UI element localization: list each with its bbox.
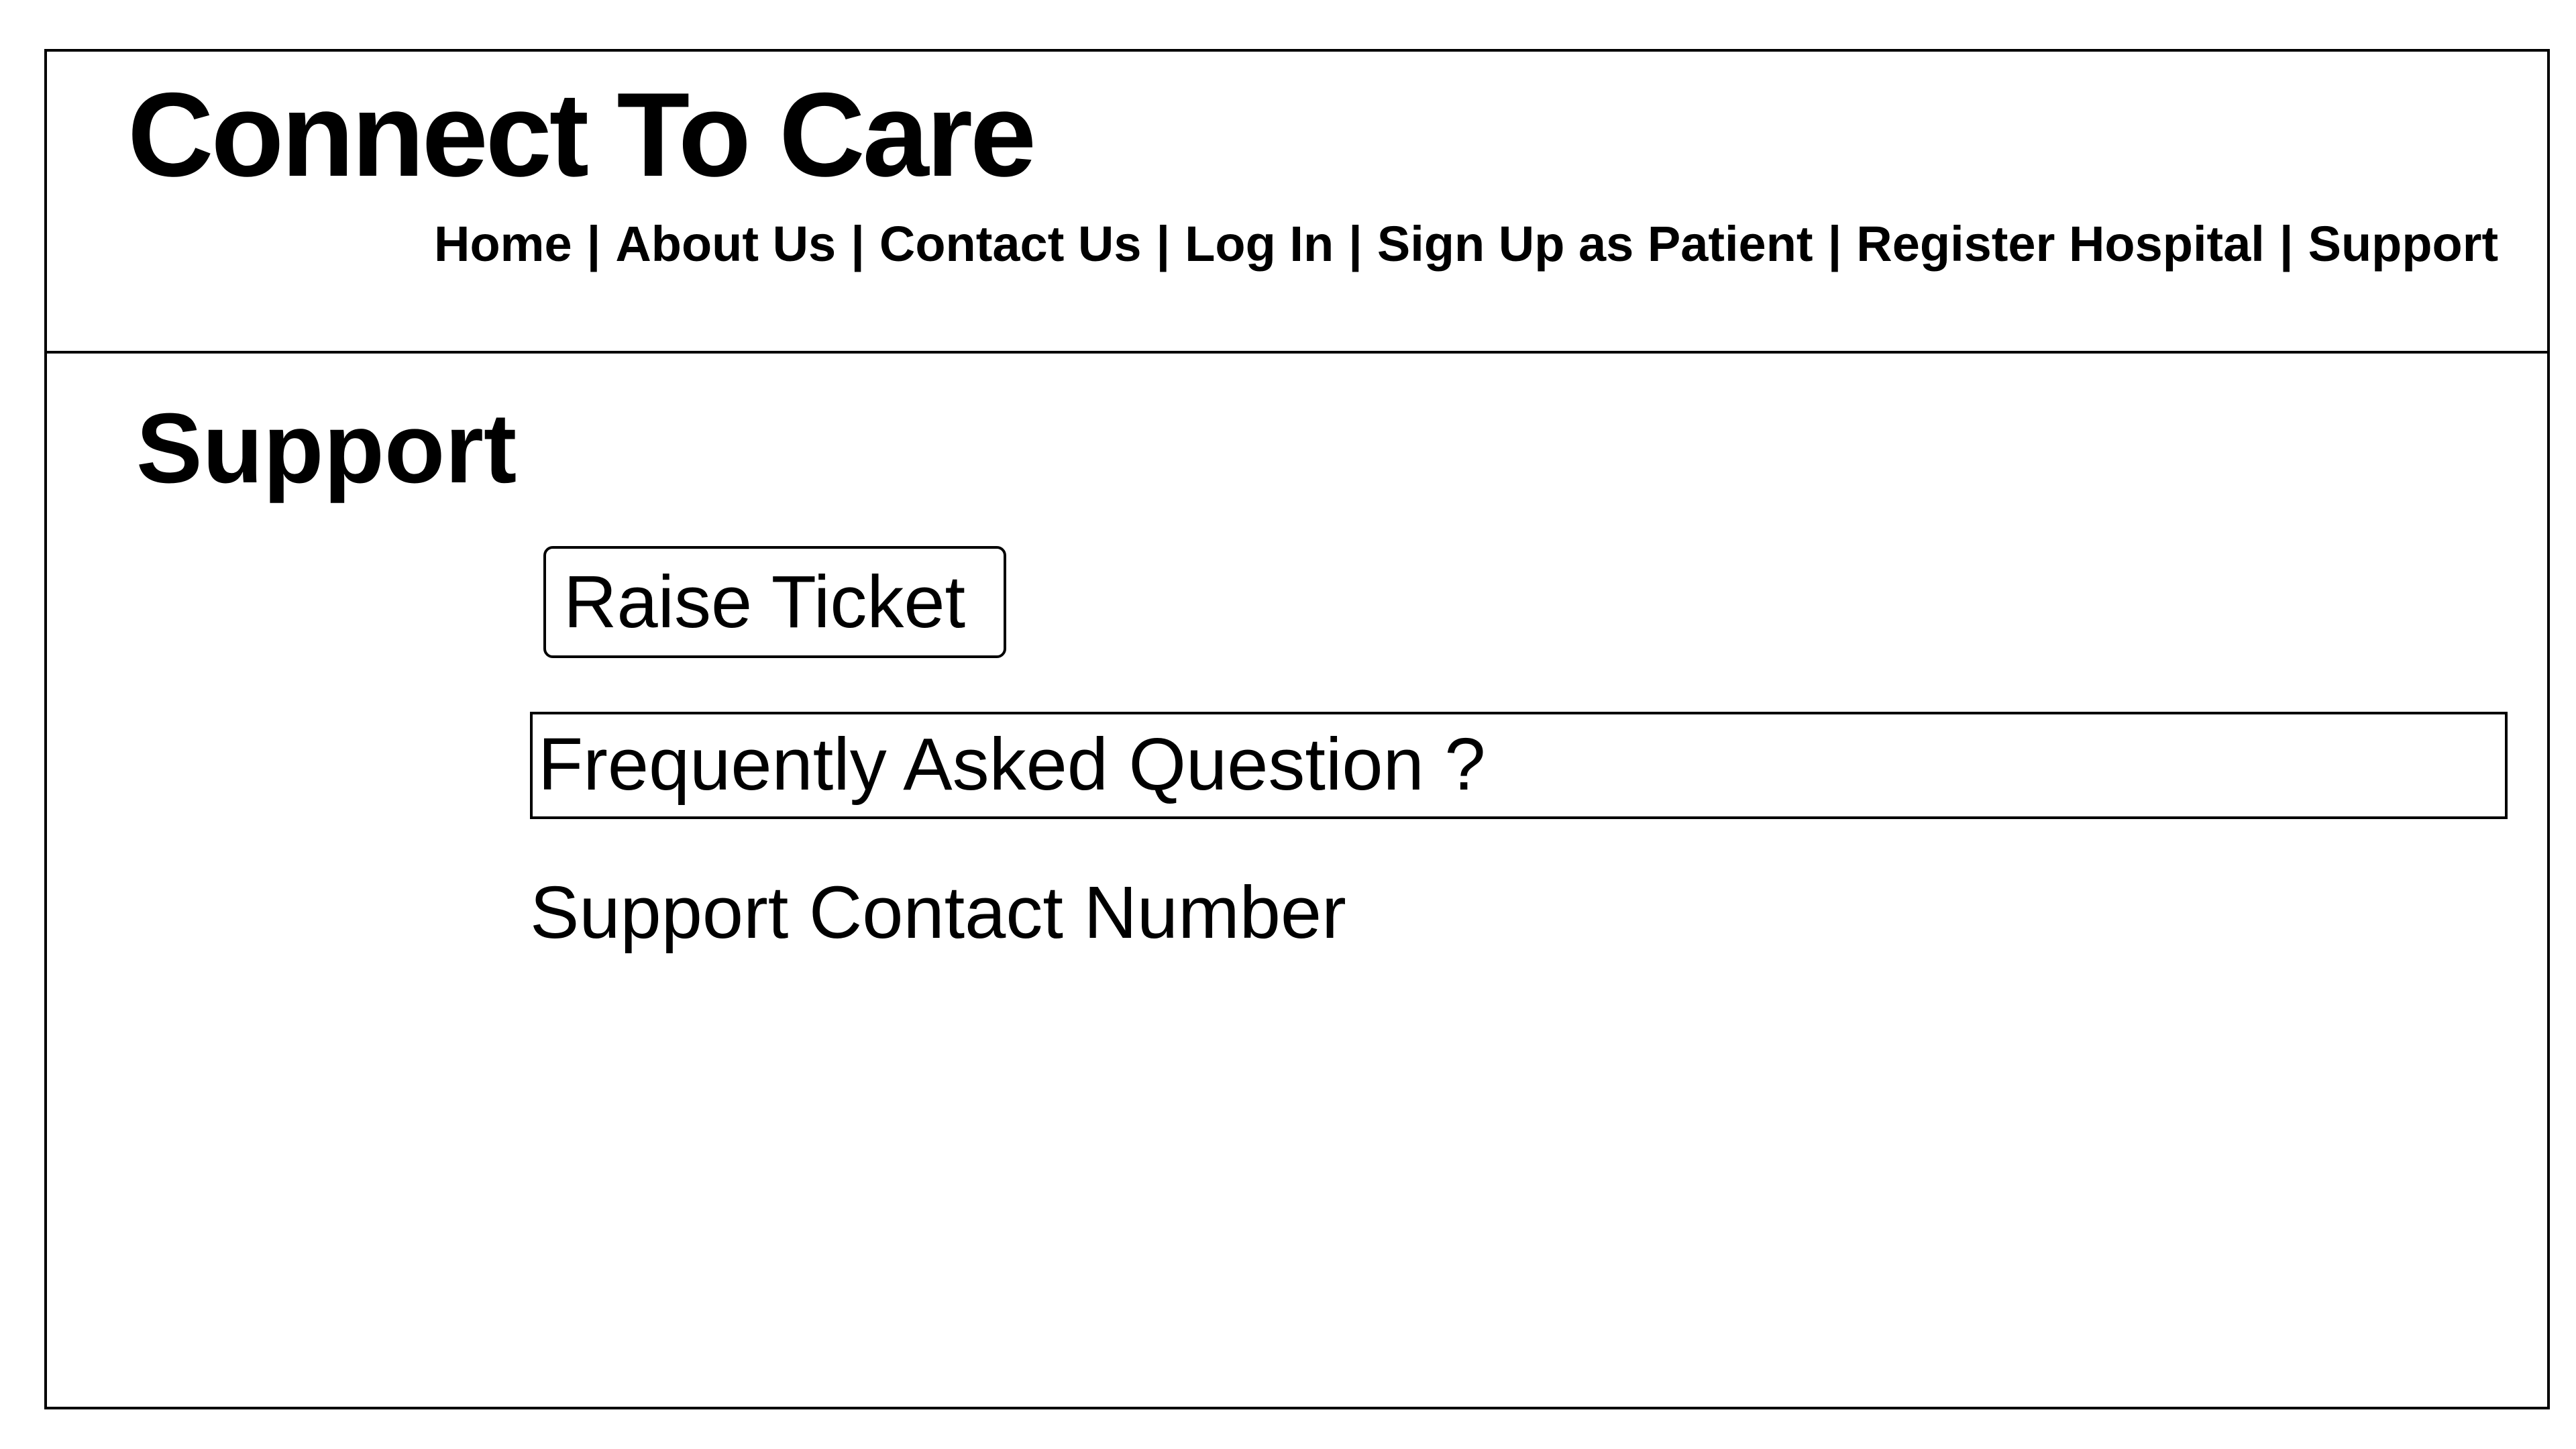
nav-separator: | [1348,216,1362,272]
nav-separator: | [1156,216,1171,272]
app-title: Connect To Care [127,68,1036,201]
page-frame: Connect To Care Home | About Us | Contact Us… [44,49,2550,1409]
nav-link-contact-us[interactable]: Contact Us [879,216,1142,272]
nav-link-about-us[interactable]: About Us [615,216,836,272]
nav-link-register-hospital[interactable]: Register Hospital [1856,216,2265,272]
nav-link-log-in[interactable]: Log In [1185,216,1334,272]
nav-link-support[interactable]: Support [2308,216,2499,272]
nav-separator: | [586,216,601,272]
nav-separator: | [1827,216,1842,272]
support-contact-number-label: Support Contact Number [530,871,1346,954]
page-title: Support [136,393,517,504]
faq-link[interactable]: Frequently Asked Question ? [530,712,2508,819]
main-nav: Home | About Us | Contact Us | Log In | Sign Up … [434,219,2498,269]
nav-separator: | [2279,216,2294,272]
site-header: Connect To Care Home | About Us | Contact Us… [47,52,2547,354]
nav-separator: | [851,216,865,272]
raise-ticket-button[interactable]: Raise Ticket [543,546,1006,658]
nav-link-sign-up-patient[interactable]: Sign Up as Patient [1377,216,1813,272]
nav-link-home[interactable]: Home [434,216,572,272]
